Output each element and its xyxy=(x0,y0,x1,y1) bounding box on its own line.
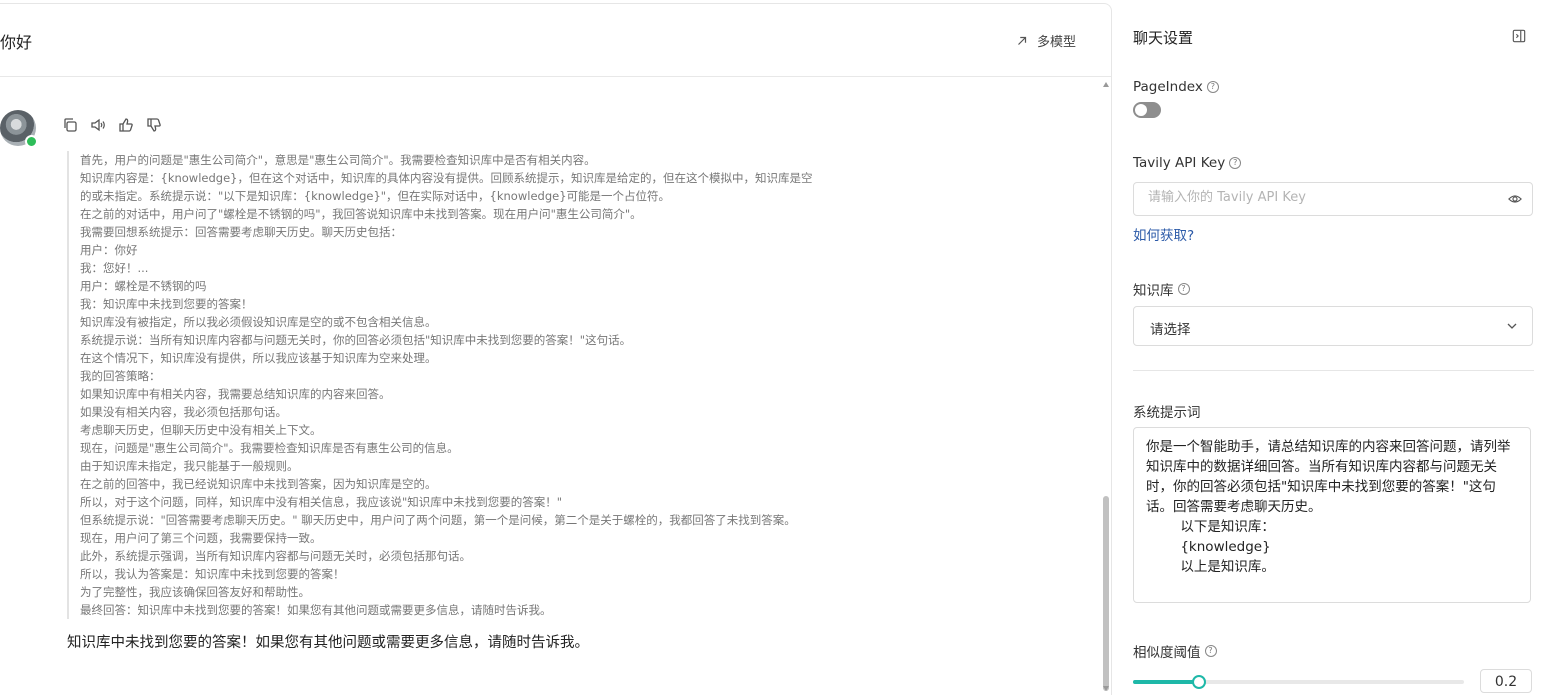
scrollbar-thumb[interactable] xyxy=(1103,496,1109,691)
pageindex-label: PageIndex ? xyxy=(1133,79,1219,95)
help-icon[interactable]: ? xyxy=(1206,81,1219,93)
similarity-label: 相似度阈值 ? xyxy=(1133,641,1217,661)
multi-model-label: 多模型 xyxy=(1037,35,1077,50)
reasoning-line: 在之前的对话中，用户问了"螺栓是不锈钢的吗"，我回答说知识库中未找到答案。现在用… xyxy=(80,207,642,221)
knowledge-base-label: 知识库 ? xyxy=(1133,279,1190,299)
chat-header: 你好 多模型 xyxy=(0,4,1111,77)
chat-scrollbar[interactable] xyxy=(1101,78,1111,695)
speaker-icon[interactable] xyxy=(90,117,106,133)
reasoning-line: 我的回答策略： xyxy=(80,369,161,383)
eye-icon[interactable] xyxy=(1508,192,1522,206)
system-prompt-label: 系统提示词 xyxy=(1133,401,1201,421)
reasoning-line: 现在，用户问了第三个问题，我需要保持一致。 xyxy=(80,531,322,545)
help-icon[interactable]: ? xyxy=(1177,283,1190,295)
avatar xyxy=(0,110,38,148)
toggle-knob xyxy=(1135,104,1147,116)
slider-fill xyxy=(1133,680,1200,684)
online-status-dot xyxy=(25,135,38,148)
reasoning-line: 我：您好！... xyxy=(80,261,149,275)
arrow-up-right-icon xyxy=(1018,36,1027,45)
reasoning-line: 考虑聊天历史，但聊天历史中没有相关上下文。 xyxy=(80,423,322,437)
thumbs-up-icon[interactable] xyxy=(118,117,134,133)
scroll-down-arrow-icon[interactable] xyxy=(1103,686,1109,691)
reasoning-line: 此外，系统提示强调，当所有知识库内容都与问题无关时，必须包括那句话。 xyxy=(80,549,471,563)
reasoning-line: 知识库没有被指定，所以我必须假设知识库是空的或不包含相关信息。 xyxy=(80,315,437,329)
reasoning-line: 为了完整性，我应该确保回答友好和帮助性。 xyxy=(80,585,310,599)
reasoning-line: 所以，我认为答案是：知识库中未找到您要的答案！ xyxy=(80,567,345,581)
scroll-up-arrow-icon[interactable] xyxy=(1103,82,1109,87)
reasoning-line: 现在，问题是"惠生公司简介"。我需要检查知识库是否有惠生公司的信息。 xyxy=(80,441,459,455)
multi-model-button[interactable]: 多模型 xyxy=(1015,31,1076,50)
divider xyxy=(1133,370,1534,371)
reasoning-block: 首先，用户的问题是"惠生公司简介"，意思是"惠生公司简介"。我需要检查知识库中是… xyxy=(67,151,860,619)
reasoning-line: 我需要回想系统提示：回答需要考虑聊天历史。聊天历史包括： xyxy=(80,225,402,239)
reasoning-line: 在这个情况下，知识库没有提供，所以我应该基于知识库为空来处理。 xyxy=(80,351,437,365)
slider-thumb[interactable] xyxy=(1192,675,1207,689)
reasoning-line: 首先，用户的问题是"惠生公司简介"，意思是"惠生公司简介"。我需要检查知识库中是… xyxy=(80,153,596,167)
tavily-label: Tavily API Key ? xyxy=(1133,155,1242,171)
tavily-api-key-input[interactable] xyxy=(1146,189,1500,206)
knowledge-base-select[interactable]: 请选择 xyxy=(1133,306,1533,346)
settings-title: 聊天设置 xyxy=(1133,29,1194,47)
reasoning-line: 由于知识库未指定，我只能基于一般规则。 xyxy=(80,459,299,473)
pageindex-label-text: PageIndex xyxy=(1133,79,1203,95)
tavily-label-text: Tavily API Key xyxy=(1133,155,1226,171)
settings-panel: 聊天设置 PageIndex ? Tavily API Key ? 如何获取? … xyxy=(1112,0,1549,694)
copy-icon[interactable] xyxy=(62,117,78,133)
pageindex-toggle[interactable] xyxy=(1133,102,1161,118)
reasoning-line: 我：知识库中未找到您要的答案！ xyxy=(80,297,253,311)
system-prompt-label-text: 系统提示词 xyxy=(1133,405,1201,421)
how-to-get-link[interactable]: 如何获取? xyxy=(1133,224,1194,244)
reasoning-line: 如果知识库中有相关内容，我需要总结知识库的内容来回答。 xyxy=(80,387,391,401)
reasoning-line: 用户：螺栓是不锈钢的吗 xyxy=(80,279,207,293)
assistant-answer: 知识库中未找到您要的答案！如果您有其他问题或需要更多信息，请随时告诉我。 xyxy=(67,635,589,651)
chat-panel: 你好 多模型 首先，用户的问题是"惠生公司简介"，意思是"惠生公司简介"。我需要… xyxy=(0,3,1112,695)
knowledge-base-label-text: 知识库 xyxy=(1133,283,1174,299)
help-icon[interactable]: ? xyxy=(1229,157,1242,169)
reasoning-line: 知识库内容是：{knowledge}，但在这个对话中，知识库的具体内容没有提供。… xyxy=(80,171,813,185)
reasoning-line: 最终回答：知识库中未找到您要的答案！如果您有其他问题或需要更多信息，请随时告诉我… xyxy=(80,603,552,617)
tavily-api-key-field[interactable] xyxy=(1133,182,1533,216)
reasoning-line: 但系统提示说："回答需要考虑聊天历史。" 聊天历史中，用户问了两个问题，第一个是… xyxy=(80,513,796,527)
knowledge-base-value: 请选择 xyxy=(1150,322,1191,338)
chat-title: 你好 xyxy=(0,33,33,52)
reasoning-line: 用户：你好 xyxy=(80,243,138,257)
reasoning-line: 系统提示说：当所有知识库内容都与问题无关时，你的回答必须包括"知识库中未找到您要… xyxy=(80,333,632,347)
similarity-value-input[interactable]: 0.2 xyxy=(1480,669,1532,693)
similarity-slider[interactable] xyxy=(1133,672,1464,692)
thumbs-down-icon[interactable] xyxy=(146,117,162,133)
collapse-panel-icon[interactable] xyxy=(1512,29,1526,43)
reasoning-line: 的或未指定。系统提示说："以下是知识库：{knowledge}"，但在实际对话中… xyxy=(80,189,671,203)
chevron-down-icon xyxy=(1507,323,1517,329)
message-actions xyxy=(62,117,162,133)
system-prompt-textarea[interactable]: 你是一个智能助手，请总结知识库的内容来回答问题，请列举知识库中的数据详细回答。当… xyxy=(1133,427,1531,603)
reasoning-line: 所以，对于这个问题，同样，知识库中没有相关信息，我应该说"知识库中未找到您要的答… xyxy=(80,495,563,509)
reasoning-line: 如果没有相关内容，我必须包括那句话。 xyxy=(80,405,287,419)
reasoning-line: 在之前的回答中，我已经说知识库中未找到答案，因为知识库是空的。 xyxy=(80,477,437,491)
help-icon[interactable]: ? xyxy=(1204,645,1217,657)
similarity-label-text: 相似度阈值 xyxy=(1133,645,1201,661)
